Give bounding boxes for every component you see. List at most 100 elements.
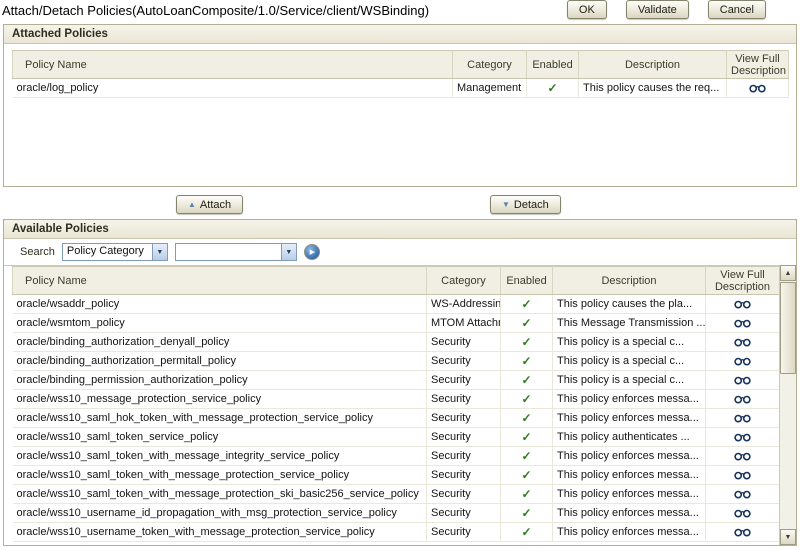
policy-name-cell: oracle/wsaddr_policy bbox=[12, 294, 427, 314]
cancel-button[interactable]: Cancel bbox=[707, 0, 766, 19]
column-header-description: Description bbox=[578, 50, 727, 79]
description-cell: This policy authenticates ... bbox=[552, 427, 706, 447]
vertical-scrollbar[interactable]: ▲ ▼ bbox=[779, 265, 796, 545]
check-icon: ✓ bbox=[521, 373, 532, 387]
policy-category-select-value: Policy Category bbox=[66, 245, 144, 257]
attached-policies-table-wrap: Policy Name Category Enabled Description… bbox=[4, 44, 796, 98]
description-cell: This policy enforces messa... bbox=[552, 446, 706, 466]
validate-button[interactable]: Validate bbox=[625, 0, 689, 19]
search-label: Search bbox=[20, 246, 55, 258]
glasses-icon[interactable] bbox=[734, 336, 751, 348]
view-cell bbox=[705, 503, 779, 523]
check-icon: ✓ bbox=[521, 525, 532, 539]
description-cell: This policy causes the pla... bbox=[552, 294, 706, 314]
glasses-icon[interactable] bbox=[734, 412, 751, 424]
table-row[interactable]: oracle/binding_permission_authorization_… bbox=[12, 370, 779, 390]
enabled-cell: ✓ bbox=[500, 313, 553, 333]
view-cell bbox=[705, 332, 779, 352]
table-row[interactable]: oracle/binding_authorization_denyall_pol… bbox=[12, 332, 779, 352]
glasses-icon[interactable] bbox=[734, 298, 751, 310]
policy-name-cell: oracle/wss10_username_token_with_message… bbox=[12, 522, 427, 542]
enabled-cell: ✓ bbox=[500, 408, 553, 428]
view-cell bbox=[705, 313, 779, 333]
table-row[interactable]: oracle/wss10_username_token_with_message… bbox=[12, 522, 779, 542]
table-row[interactable]: oracle/wss10_saml_hok_token_with_message… bbox=[12, 408, 779, 428]
enabled-cell: ✓ bbox=[526, 78, 579, 98]
detach-button[interactable]: ▼ Detach bbox=[490, 195, 561, 214]
table-row[interactable]: oracle/wss10_saml_token_with_message_int… bbox=[12, 446, 779, 466]
view-cell bbox=[705, 370, 779, 390]
go-arrow-icon: ▶ bbox=[309, 248, 316, 256]
category-cell: Security bbox=[426, 484, 501, 504]
description-cell: This policy enforces messa... bbox=[552, 484, 706, 504]
table-row[interactable]: oracle/wss10_message_protection_service_… bbox=[12, 389, 779, 409]
search-term-select[interactable]: ▼ bbox=[174, 243, 297, 261]
check-icon: ✓ bbox=[521, 449, 532, 463]
chevron-down-icon: ▼ bbox=[151, 244, 167, 260]
view-cell bbox=[705, 408, 779, 428]
triangle-down-icon: ▼ bbox=[502, 199, 510, 209]
check-icon: ✓ bbox=[521, 430, 532, 444]
glasses-icon[interactable] bbox=[734, 488, 751, 500]
glasses-icon[interactable] bbox=[734, 450, 751, 462]
policy-name-cell: oracle/wss10_username_id_propagation_wit… bbox=[12, 503, 427, 523]
enabled-cell: ✓ bbox=[500, 351, 553, 371]
enabled-cell: ✓ bbox=[500, 389, 553, 409]
table-row[interactable]: oracle/wsmtom_policyMTOM Attachments ✓ Thi… bbox=[12, 313, 779, 333]
scroll-up-button[interactable]: ▲ bbox=[780, 265, 796, 281]
glasses-icon[interactable] bbox=[734, 355, 751, 367]
glasses-icon[interactable] bbox=[734, 507, 751, 519]
category-cell: Security bbox=[426, 522, 501, 542]
check-icon: ✓ bbox=[521, 316, 532, 330]
column-header-enabled: Enabled bbox=[500, 266, 553, 295]
enabled-cell: ✓ bbox=[500, 332, 553, 352]
description-cell: This policy enforces messa... bbox=[552, 522, 706, 542]
check-icon: ✓ bbox=[521, 297, 532, 311]
scrollbar-thumb[interactable] bbox=[780, 282, 796, 374]
policy-name-cell: oracle/wss10_saml_hok_token_with_message… bbox=[12, 408, 427, 428]
check-icon: ✓ bbox=[521, 354, 532, 368]
available-policies-table: Policy Name Category Enabled Description… bbox=[12, 266, 779, 542]
description-cell: This policy is a special c... bbox=[552, 351, 706, 371]
policy-name-cell: oracle/wss10_message_protection_service_… bbox=[12, 389, 427, 409]
view-cell bbox=[726, 78, 789, 98]
glasses-icon[interactable] bbox=[734, 393, 751, 405]
table-row[interactable]: oracle/log_policy Management ✓ This policy … bbox=[12, 78, 789, 98]
glasses-icon[interactable] bbox=[749, 82, 766, 94]
table-row[interactable]: oracle/wss10_saml_token_with_message_pro… bbox=[12, 465, 779, 485]
glasses-icon[interactable] bbox=[734, 469, 751, 481]
column-header-view-full-description: View Full Description bbox=[726, 50, 789, 79]
description-cell: This policy is a special c... bbox=[552, 332, 706, 352]
category-cell: Management bbox=[452, 78, 527, 98]
attach-button[interactable]: ▲ Attach bbox=[176, 195, 244, 214]
check-icon: ✓ bbox=[521, 468, 532, 482]
check-icon: ✓ bbox=[521, 487, 532, 501]
available-policies-table-wrap: Policy Name Category Enabled Description… bbox=[4, 266, 779, 542]
category-cell: Security bbox=[426, 389, 501, 409]
glasses-icon[interactable] bbox=[734, 526, 751, 538]
available-table-header-row: Policy Name Category Enabled Description… bbox=[12, 266, 779, 295]
triangle-up-icon: ▲ bbox=[188, 199, 196, 209]
table-row[interactable]: oracle/wss10_saml_token_with_message_pro… bbox=[12, 484, 779, 504]
scroll-down-button[interactable]: ▼ bbox=[780, 529, 796, 545]
attached-policies-header: Attached Policies bbox=[4, 25, 796, 44]
page-title: Attach/Detach Policies(AutoLoanComposite… bbox=[2, 3, 430, 18]
view-cell bbox=[705, 522, 779, 542]
chevron-down-icon: ▼ bbox=[280, 244, 296, 260]
table-row[interactable]: oracle/wsaddr_policy WS-Addressing ✓ This p… bbox=[12, 294, 779, 314]
attached-policies-panel: Attached Policies Policy Name Category E… bbox=[3, 24, 797, 187]
policy-category-select[interactable]: Policy Category ▼ bbox=[61, 243, 168, 261]
glasses-icon[interactable] bbox=[734, 374, 751, 386]
description-cell: This policy enforces messa... bbox=[552, 465, 706, 485]
table-row[interactable]: oracle/wss10_username_id_propagation_wit… bbox=[12, 503, 779, 523]
glasses-icon[interactable] bbox=[734, 431, 751, 443]
search-go-button[interactable]: ▶ bbox=[303, 244, 320, 260]
view-cell bbox=[705, 351, 779, 371]
table-row[interactable]: oracle/binding_authorization_permitall_p… bbox=[12, 351, 779, 371]
attach-button-label: Attach bbox=[199, 198, 232, 211]
check-icon: ✓ bbox=[521, 392, 532, 406]
description-cell: This policy enforces messa... bbox=[552, 408, 706, 428]
ok-button[interactable]: OK bbox=[566, 0, 607, 19]
glasses-icon[interactable] bbox=[734, 317, 751, 329]
table-row[interactable]: oracle/wss10_saml_token_service_policy Se… bbox=[12, 427, 779, 447]
